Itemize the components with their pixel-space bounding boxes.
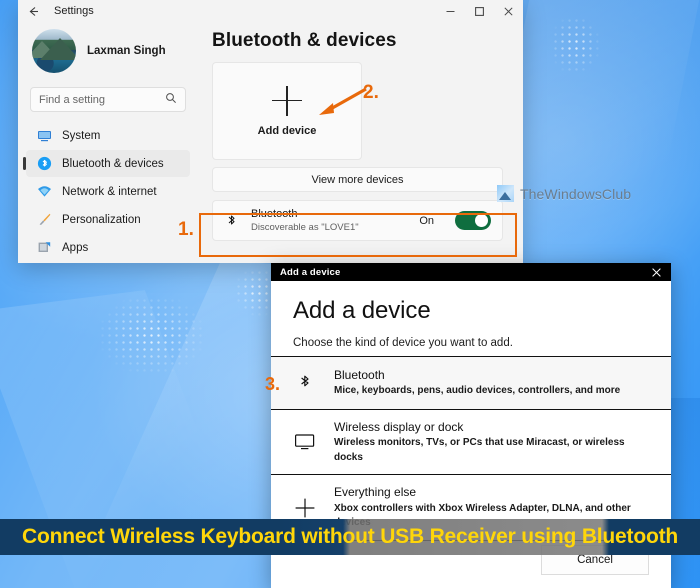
watermark-text: TheWindowsClub	[520, 185, 632, 202]
back-arrow-icon[interactable]	[18, 0, 48, 22]
apps-icon	[36, 240, 52, 256]
settings-window-title: Settings	[54, 5, 94, 17]
settings-window: Settings Laxman Singh Find a setting Sys…	[18, 0, 523, 263]
monitor-icon	[293, 433, 317, 451]
account-name: Laxman Singh	[87, 45, 166, 57]
search-box[interactable]	[30, 87, 186, 112]
sidebar-item-label: Apps	[62, 241, 89, 254]
plus-icon	[272, 85, 302, 116]
dialog-subheading: Choose the kind of device you want to ad…	[293, 337, 513, 349]
annotation-marker-3: 3.	[265, 374, 281, 394]
bluetooth-row-subtitle: Discoverable as "LOVE1"	[251, 221, 359, 233]
sidebar-item-personalization[interactable]: Personalization	[26, 206, 190, 233]
annotation-marker-1: 1.	[178, 219, 194, 240]
minimize-icon[interactable]	[436, 0, 465, 22]
dialog-titlebar: Add a device	[271, 263, 671, 281]
view-more-devices-label: View more devices	[311, 173, 404, 186]
desktop-wallpaper: TheWindowsClub Settings Laxman Singh Fin…	[0, 0, 700, 588]
dialog-window-title: Add a device	[280, 266, 341, 278]
sidebar-item-network-internet[interactable]: Network & internet	[26, 178, 190, 205]
plus-icon	[293, 497, 317, 519]
settings-titlebar: Settings	[18, 0, 523, 22]
account-block[interactable]: Laxman Singh	[26, 22, 190, 79]
avatar	[32, 29, 76, 73]
bluetooth-toggle-row[interactable]: Bluetooth Discoverable as "LOVE1" On	[212, 200, 503, 241]
option-subtitle: Wireless monitors, TVs, or PCs that use …	[334, 437, 625, 463]
page-title: Bluetooth & devices	[212, 30, 397, 51]
wifi-icon	[36, 184, 52, 200]
bluetooth-row-title: Bluetooth	[251, 207, 298, 220]
paintbrush-icon	[36, 212, 52, 228]
option-title: Bluetooth	[334, 368, 385, 383]
sidebar-item-label: System	[62, 129, 101, 142]
close-icon[interactable]	[641, 263, 671, 281]
option-bluetooth[interactable]: Bluetooth Mice, keyboards, pens, audio d…	[271, 357, 671, 410]
add-device-label: Add device	[257, 124, 317, 137]
bluetooth-icon	[293, 373, 317, 393]
thewindowsclub-logo-icon	[497, 185, 514, 202]
maximize-icon[interactable]	[465, 0, 494, 22]
wallpaper-dots	[545, 10, 605, 80]
sidebar-item-apps[interactable]: Apps	[26, 234, 190, 261]
caption-banner: Connect Wireless Keyboard without USB Re…	[0, 519, 700, 555]
annotation-arrow-2	[319, 87, 367, 115]
sidebar-item-bluetooth-devices[interactable]: Bluetooth & devices	[23, 150, 190, 177]
close-icon[interactable]	[494, 0, 523, 22]
settings-body: Laxman Singh Find a setting System Bluet…	[18, 22, 523, 263]
option-subtitle: Mice, keyboards, pens, audio devices, co…	[334, 385, 621, 397]
sidebar-item-label: Personalization	[62, 213, 141, 226]
search-icon	[165, 92, 177, 107]
sidebar-item-label: Bluetooth & devices	[62, 157, 164, 170]
wallpaper-dots	[92, 290, 212, 380]
option-wireless-display-or-dock[interactable]: Wireless display or dock Wireless monito…	[271, 410, 671, 476]
search-input[interactable]	[39, 93, 165, 106]
system-monitor-icon	[36, 128, 52, 144]
bluetooth-row-texts: Bluetooth Discoverable as "LOVE1"	[251, 207, 407, 235]
sidebar-item-system[interactable]: System	[26, 122, 190, 149]
settings-main-pane: Bluetooth & devices Add device View more…	[198, 22, 523, 263]
caption-text: Connect Wireless Keyboard without USB Re…	[21, 525, 678, 548]
option-texts: Wireless display or dock Wireless monito…	[334, 419, 649, 465]
window-controls	[436, 0, 523, 22]
bluetooth-toggle-state-label: On	[419, 214, 434, 227]
view-more-devices-button[interactable]: View more devices	[212, 167, 503, 192]
option-texts: Bluetooth Mice, keyboards, pens, audio d…	[334, 367, 620, 399]
option-title: Everything else	[334, 485, 417, 500]
dialog-options-list: Bluetooth Mice, keyboards, pens, audio d…	[271, 356, 671, 541]
watermark: TheWindowsClub	[497, 185, 631, 202]
bluetooth-icon	[36, 156, 52, 172]
bluetooth-toggle-switch[interactable]	[455, 211, 491, 230]
bluetooth-icon	[224, 213, 239, 228]
dialog-heading-area: Add a device Choose the kind of device y…	[271, 281, 671, 356]
settings-sidebar: Laxman Singh Find a setting System Bluet…	[18, 22, 198, 263]
dialog-heading: Add a device	[293, 297, 431, 324]
option-title: Wireless display or dock	[334, 420, 464, 434]
sidebar-item-label: Network & internet	[62, 185, 157, 198]
